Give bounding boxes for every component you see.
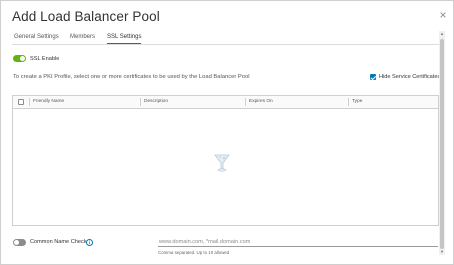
add-load-balancer-pool-dialog: Add Load Balancer Pool × General Setting…	[0, 0, 454, 265]
column-friendly-name[interactable]: Friendly Name	[33, 96, 64, 108]
pki-instructions: To create a PKI Profile, select one or m…	[13, 74, 250, 80]
scroll-down-icon[interactable]: ▼	[439, 249, 445, 255]
column-separator	[245, 98, 246, 106]
column-description[interactable]: Description	[144, 96, 168, 108]
common-name-check-toggle[interactable]	[13, 239, 26, 246]
column-separator	[348, 98, 349, 106]
column-expires-on[interactable]: Expires On	[249, 96, 273, 108]
column-separator	[140, 98, 141, 106]
scroll-up-icon[interactable]: ▲	[439, 31, 445, 37]
grid-header: Friendly Name Description Expires On Typ…	[13, 96, 438, 109]
hide-service-certificates-checkbox[interactable]	[370, 74, 376, 80]
common-name-helper-text: Comma separated. Up to 10 allowed	[158, 250, 230, 255]
dialog-title: Add Load Balancer Pool	[12, 9, 160, 24]
close-icon[interactable]: ×	[437, 9, 449, 21]
column-separator	[29, 98, 30, 106]
info-icon[interactable]: i	[86, 239, 93, 246]
select-all-checkbox[interactable]	[18, 99, 24, 105]
common-name-check-label: Common Name Check	[30, 239, 87, 245]
ssl-enable-label: SSL Enable	[30, 56, 60, 62]
tab-general-settings[interactable]: General Settings	[14, 33, 59, 44]
hide-service-certificates-label: Hide Service Certificates	[379, 74, 441, 80]
ssl-enable-toggle[interactable]	[13, 55, 26, 62]
dialog-scrollbar-thumb[interactable]	[440, 39, 444, 249]
tab-ssl-settings[interactable]: SSL Settings	[107, 33, 142, 44]
common-name-input[interactable]	[158, 237, 438, 247]
tab-members[interactable]: Members	[70, 33, 95, 44]
toggle-knob	[20, 56, 25, 61]
empty-placeholder-icon	[214, 154, 230, 172]
tabs-divider	[12, 44, 442, 45]
toggle-knob	[14, 240, 19, 245]
column-type[interactable]: Type	[352, 96, 362, 108]
